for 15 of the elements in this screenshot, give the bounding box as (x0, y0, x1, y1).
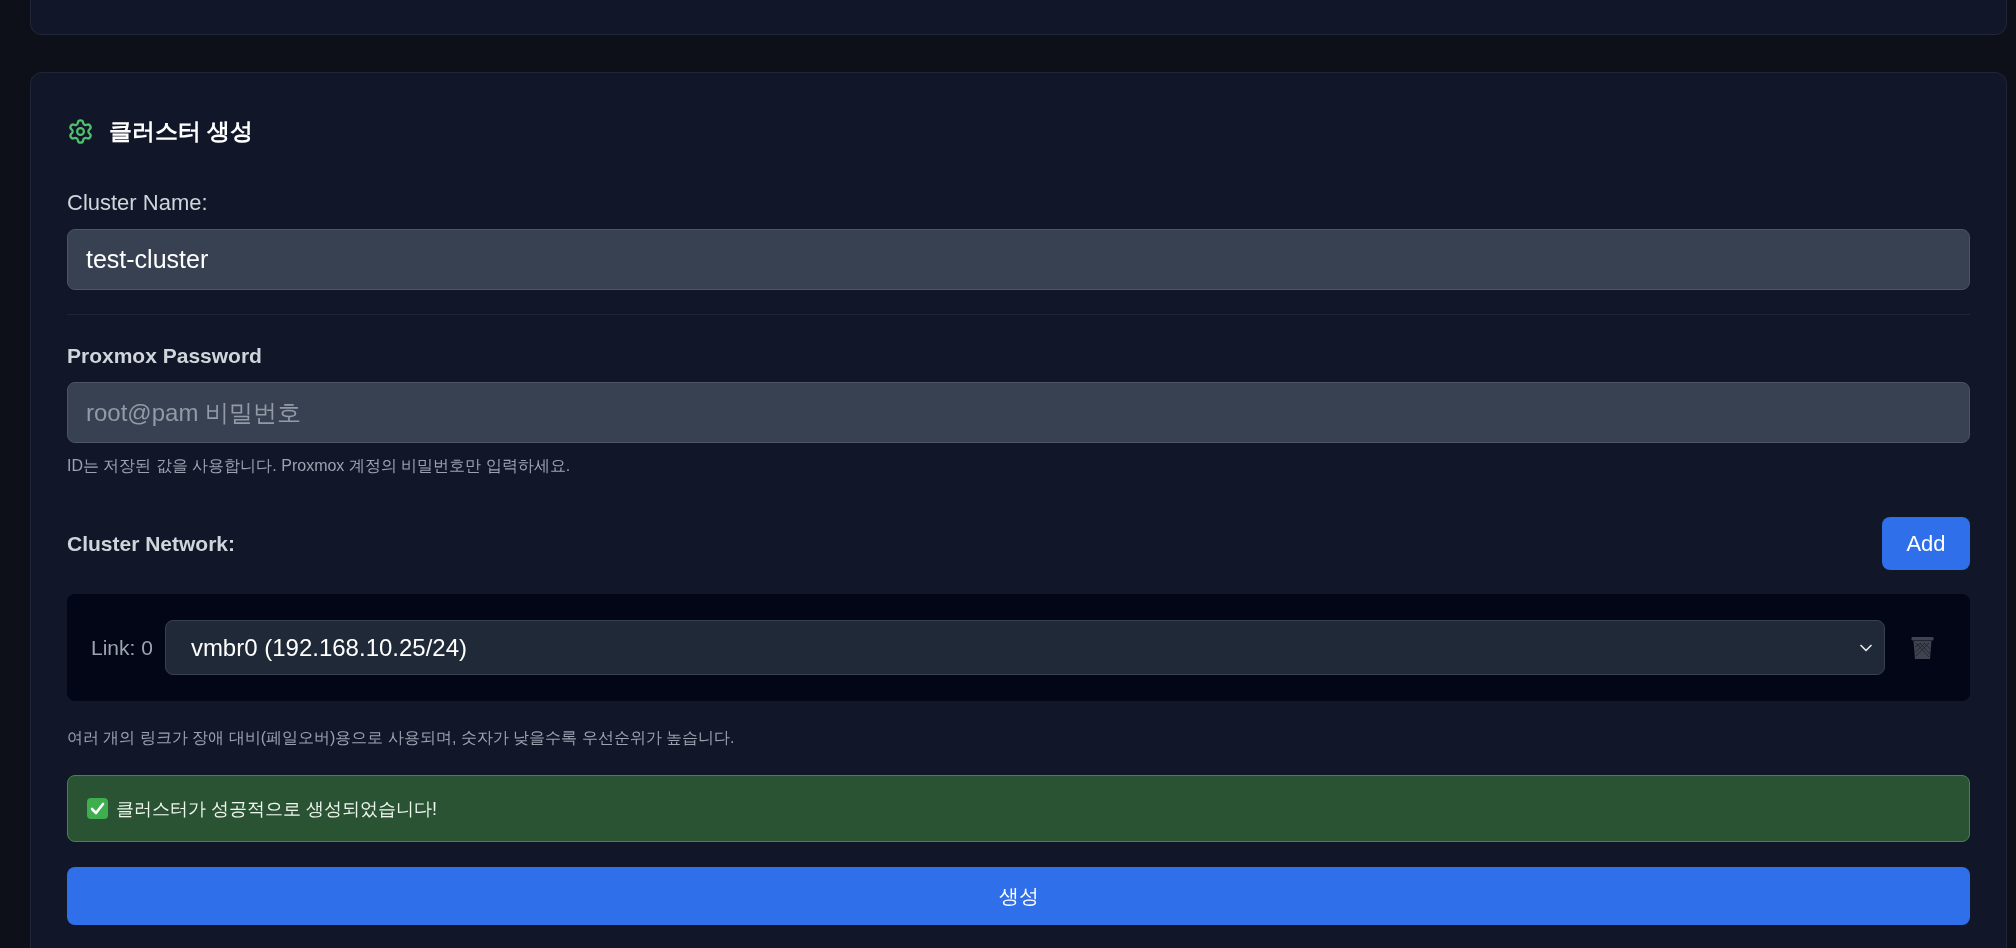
check-icon (87, 798, 108, 819)
field-label: Cluster Network: (67, 531, 236, 556)
interface-select[interactable]: vmbr0 (192.168.10.25/24) (164, 620, 1885, 675)
alert-message: 클러스터가 성공적으로 생성되었습니다! (116, 797, 437, 821)
cluster-name-field[interactable]: test-cluster (67, 229, 1970, 290)
field-label: Cluster Name: (67, 191, 208, 215)
hint-text: 여러 개의 링크가 장애 대비(페일오버)용으로 사용되며, 숫자가 낮을수록 우선순위가 높습니다. (67, 728, 735, 748)
create-button[interactable]: 생성 (67, 867, 1970, 925)
link-label: Link: 0 (91, 634, 153, 661)
add-button[interactable]: Add (1882, 517, 1970, 570)
field-label: Proxmox Password (67, 344, 262, 368)
hint-text: ID는 저장된 값을 사용합니다. Proxmox 계정의 비밀번호만 입력하세요. (67, 456, 571, 476)
password-field[interactable]: root@pam 비밀번호 (67, 382, 1970, 443)
section-title: 클러스터 생성 (109, 117, 254, 146)
settings-icon (67, 117, 94, 145)
